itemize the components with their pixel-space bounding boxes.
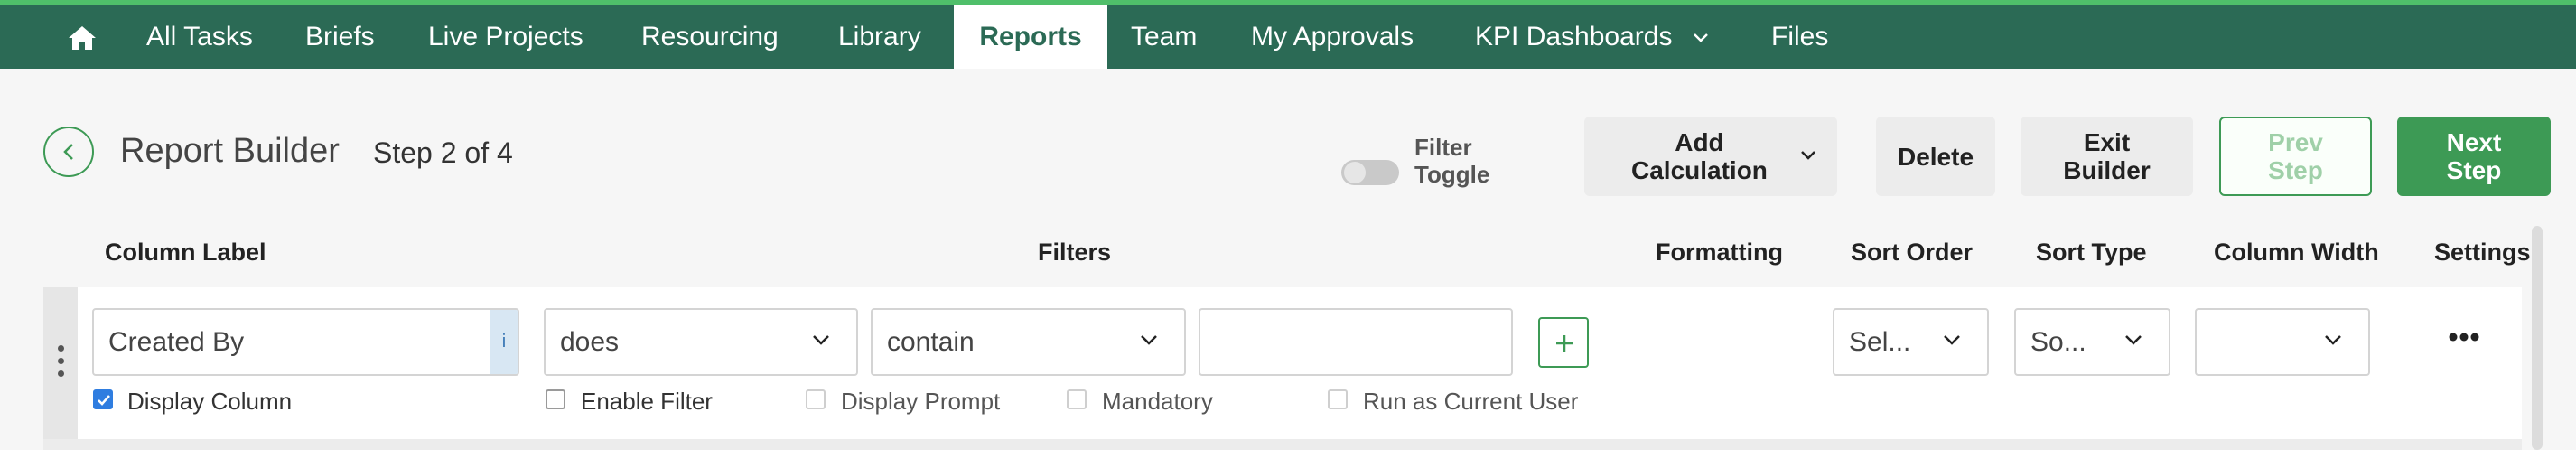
column-header-sort-order: Sort Order <box>1851 239 1974 266</box>
sort-order-select[interactable]: Sel... <box>1833 308 1989 376</box>
filter-toggle-knob[interactable] <box>1344 162 1366 183</box>
column-header-formatting: Formatting <box>1656 239 1783 266</box>
exit-builder-label-line2: Builder <box>2063 156 2151 184</box>
chevron-down-icon <box>1693 33 1708 42</box>
back-button[interactable] <box>43 127 94 177</box>
home-icon[interactable] <box>67 24 98 52</box>
filter-condition-select[interactable]: contain <box>871 308 1186 376</box>
display-column-checkbox[interactable] <box>93 389 113 409</box>
filter-operator-select[interactable]: does <box>544 308 858 376</box>
mandatory-checkbox[interactable] <box>1067 389 1087 409</box>
column-header-column-width: Column Width <box>2214 239 2379 266</box>
page-title: Report Builder <box>120 132 340 170</box>
add-filter-button[interactable] <box>1538 317 1589 368</box>
column-width-select[interactable] <box>2195 308 2370 376</box>
column-header-sort-type: Sort Type <box>2036 239 2147 266</box>
step-indicator: Step 2 of 4 <box>373 136 513 169</box>
chevron-left-icon <box>63 144 73 160</box>
chevron-down-icon <box>2125 335 2142 345</box>
column-label-input[interactable]: Created By i <box>92 308 519 376</box>
column-header-filters: Filters <box>1038 239 1112 266</box>
drag-handle[interactable] <box>43 287 78 439</box>
column-header-column-label: Column Label <box>105 239 266 266</box>
chevron-down-icon <box>2325 335 2341 345</box>
nav-item-reports[interactable]: Reports <box>954 5 1107 69</box>
mandatory-label: Mandatory <box>1102 388 1213 415</box>
sort-type-select[interactable]: So... <box>2014 308 2170 376</box>
nav-item-team[interactable]: Team <box>1131 5 1197 69</box>
add-calculation-label-line2: Calculation <box>1631 156 1768 184</box>
prev-step-label-line2: Step <box>2268 156 2323 184</box>
nav-item-my-approvals[interactable]: My Approvals <box>1251 5 1414 69</box>
prev-step-label-line1: Prev <box>2268 128 2323 156</box>
add-calculation-button[interactable]: Add Calculation <box>1584 117 1837 196</box>
plus-icon <box>1556 335 1573 352</box>
nav-item-live-projects[interactable]: Live Projects <box>428 5 583 69</box>
next-step-label-line2: Step <box>2446 156 2502 184</box>
sort-type-value: So... <box>2030 327 2086 357</box>
enable-filter-checkbox[interactable] <box>546 389 565 409</box>
nav-item-kpi-dashboards-label: KPI Dashboards <box>1475 22 1673 52</box>
nav-item-files[interactable]: Files <box>1771 5 1828 69</box>
more-options-icon[interactable] <box>2448 332 2480 342</box>
filter-toggle-label-line1: Filter <box>1414 134 1472 161</box>
exit-builder-label-line1: Exit <box>2083 128 2131 156</box>
next-step-button[interactable]: Next Step <box>2397 117 2551 196</box>
run-as-current-user-checkbox[interactable] <box>1328 389 1348 409</box>
add-calculation-label-line1: Add <box>1675 128 1724 156</box>
exit-builder-button[interactable]: Exit Builder <box>2021 117 2193 196</box>
nav-item-all-tasks[interactable]: All Tasks <box>146 5 253 69</box>
checkmark-icon <box>98 395 110 406</box>
display-column-label: Display Column <box>127 388 293 415</box>
vertical-scrollbar[interactable] <box>2532 226 2543 450</box>
filter-operator-value: does <box>560 327 620 357</box>
run-as-current-user-label: Run as Current User <box>1363 388 1579 415</box>
next-step-label-line1: Next <box>2446 128 2502 156</box>
chevron-down-icon <box>1801 151 1815 160</box>
chevron-down-icon <box>813 335 829 345</box>
filter-toggle-label: Filter Toggle <box>1414 134 1489 188</box>
chevron-down-icon <box>1944 335 1960 345</box>
table-row <box>43 439 2522 450</box>
sort-order-value: Sel... <box>1849 327 1911 357</box>
filter-condition-value: contain <box>887 327 975 357</box>
nav-item-briefs[interactable]: Briefs <box>305 5 375 69</box>
nav-item-library[interactable]: Library <box>838 5 921 69</box>
filter-toggle-label-line2: Toggle <box>1414 161 1490 188</box>
column-label-value: Created By <box>108 327 245 357</box>
info-icon[interactable]: i <box>490 310 518 374</box>
filter-value-input[interactable] <box>1199 308 1513 376</box>
display-prompt-checkbox[interactable] <box>806 389 826 409</box>
chevron-down-icon <box>1141 335 1157 345</box>
column-header-settings: Settings <box>2434 239 2531 266</box>
enable-filter-label: Enable Filter <box>581 388 713 415</box>
display-prompt-label: Display Prompt <box>841 388 1001 415</box>
delete-button[interactable]: Delete <box>1876 117 1995 196</box>
top-nav: All Tasks Briefs Live Projects Resourcin… <box>0 0 2576 69</box>
nav-item-kpi-dashboards[interactable]: KPI Dashboards <box>1475 5 1709 69</box>
nav-item-resourcing[interactable]: Resourcing <box>641 5 779 69</box>
prev-step-button[interactable]: Prev Step <box>2219 117 2372 196</box>
